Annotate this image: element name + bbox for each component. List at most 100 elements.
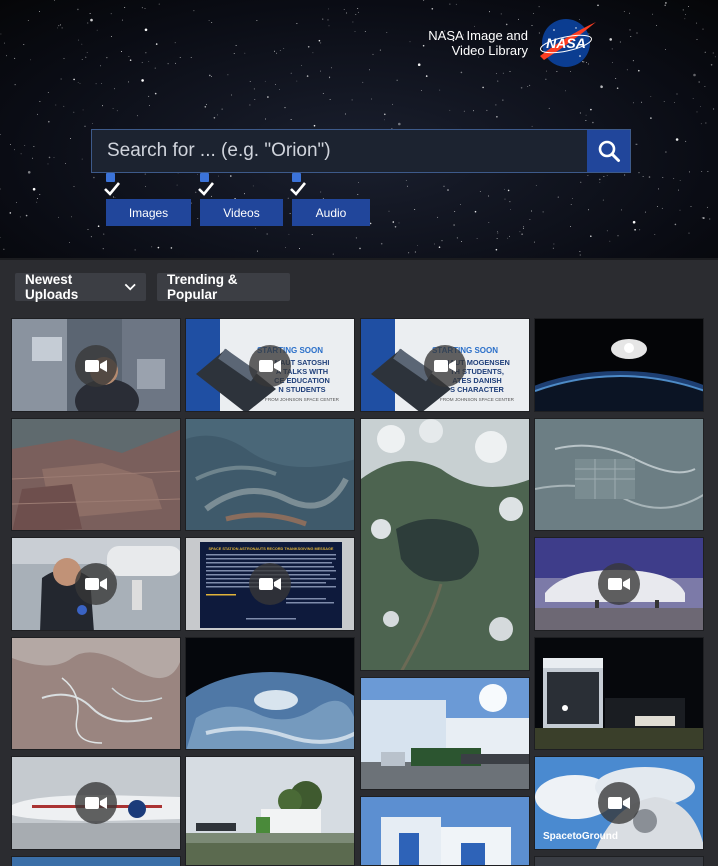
star: [656, 205, 658, 207]
media-tile[interactable]: [534, 418, 704, 531]
media-tile[interactable]: [360, 677, 530, 790]
videos-filter-button[interactable]: Videos: [200, 199, 283, 226]
star: [704, 85, 706, 87]
nasa-logo-text: NASA: [546, 35, 586, 51]
star: [47, 163, 49, 165]
star: [396, 79, 398, 81]
star: [287, 197, 289, 199]
star: [423, 0, 425, 1]
star: [36, 201, 38, 203]
media-tile[interactable]: [360, 796, 530, 866]
brand-line-2: Video Library: [451, 43, 528, 58]
star: [580, 181, 582, 183]
star: [639, 229, 641, 231]
star: [81, 43, 83, 45]
star: [39, 194, 41, 196]
star: [531, 25, 533, 26]
tile-thumbnail: [12, 638, 180, 749]
star: [665, 48, 666, 50]
audio-filter-button[interactable]: Audio: [292, 199, 370, 226]
audio-checkbox[interactable]: [292, 173, 301, 182]
star: [290, 72, 292, 74]
star: [208, 20, 210, 21]
star: [386, 32, 388, 33]
video-camera-icon: [259, 578, 281, 590]
video-camera-icon: [85, 797, 107, 809]
tile-thumbnail: [535, 419, 703, 530]
tab-newest-uploads[interactable]: Newest Uploads: [15, 272, 146, 302]
media-tile[interactable]: [11, 637, 181, 750]
star: [663, 100, 665, 102]
star: [355, 237, 357, 239]
star: [665, 151, 667, 153]
star: [420, 90, 422, 91]
star: [533, 241, 535, 243]
nasa-logo-icon[interactable]: NASA: [536, 16, 598, 70]
star: [86, 51, 88, 53]
star: [254, 98, 256, 100]
tile-thumbnail: [535, 638, 703, 749]
star: [283, 47, 285, 49]
media-tile[interactable]: [185, 418, 355, 531]
star: [384, 113, 386, 116]
search-input[interactable]: [92, 130, 588, 172]
star: [265, 118, 266, 120]
star: [661, 207, 663, 209]
star: [256, 250, 258, 252]
star: [3, 42, 5, 44]
brand-line-1: NASA Image and: [428, 28, 528, 43]
video-camera-icon: [608, 797, 630, 809]
star: [529, 84, 531, 86]
media-tile[interactable]: [11, 418, 181, 531]
media-tile[interactable]: [185, 637, 355, 750]
media-tile[interactable]: [534, 637, 704, 750]
brand-title[interactable]: NASA Image and Video Library: [428, 28, 528, 58]
tab-trending-label: Trending & Popular: [167, 272, 238, 302]
star: [406, 185, 408, 187]
star: [635, 143, 637, 145]
video-badge: [75, 782, 117, 824]
star: [57, 27, 59, 29]
star: [359, 247, 361, 250]
media-tile[interactable]: [360, 418, 530, 671]
star: [602, 199, 604, 201]
star: [408, 252, 410, 254]
star: [284, 107, 286, 109]
star: [53, 157, 55, 158]
images-checkbox[interactable]: [106, 173, 115, 182]
star: [121, 51, 122, 52]
star: [249, 81, 251, 82]
star: [565, 90, 566, 92]
star: [609, 240, 611, 242]
star: [176, 184, 178, 186]
star: [352, 21, 354, 23]
star: [507, 237, 509, 239]
star: [211, 22, 213, 23]
tab-trending-popular[interactable]: Trending & Popular: [157, 272, 290, 302]
media-tile[interactable]: [185, 756, 355, 866]
star: [379, 49, 381, 51]
star: [154, 92, 157, 95]
star: [311, 234, 313, 236]
video-camera-icon: [85, 578, 107, 590]
star: [24, 145, 26, 147]
images-filter-button[interactable]: Images: [106, 199, 191, 226]
star: [25, 214, 28, 217]
star: [300, 64, 302, 66]
media-tile[interactable]: [534, 318, 704, 412]
star: [148, 95, 150, 97]
star: [533, 13, 534, 15]
search-button[interactable]: [587, 130, 630, 172]
star: [679, 209, 681, 211]
star: [509, 71, 511, 73]
star: [129, 59, 132, 61]
tile-thumbnail: [186, 638, 354, 749]
star: [449, 3, 451, 5]
media-tile[interactable]: [534, 856, 704, 866]
star: [39, 11, 40, 12]
star: [3, 248, 5, 250]
videos-checkbox[interactable]: [200, 173, 209, 182]
star: [599, 182, 601, 184]
star: [502, 99, 504, 101]
media-tile[interactable]: [11, 856, 181, 866]
